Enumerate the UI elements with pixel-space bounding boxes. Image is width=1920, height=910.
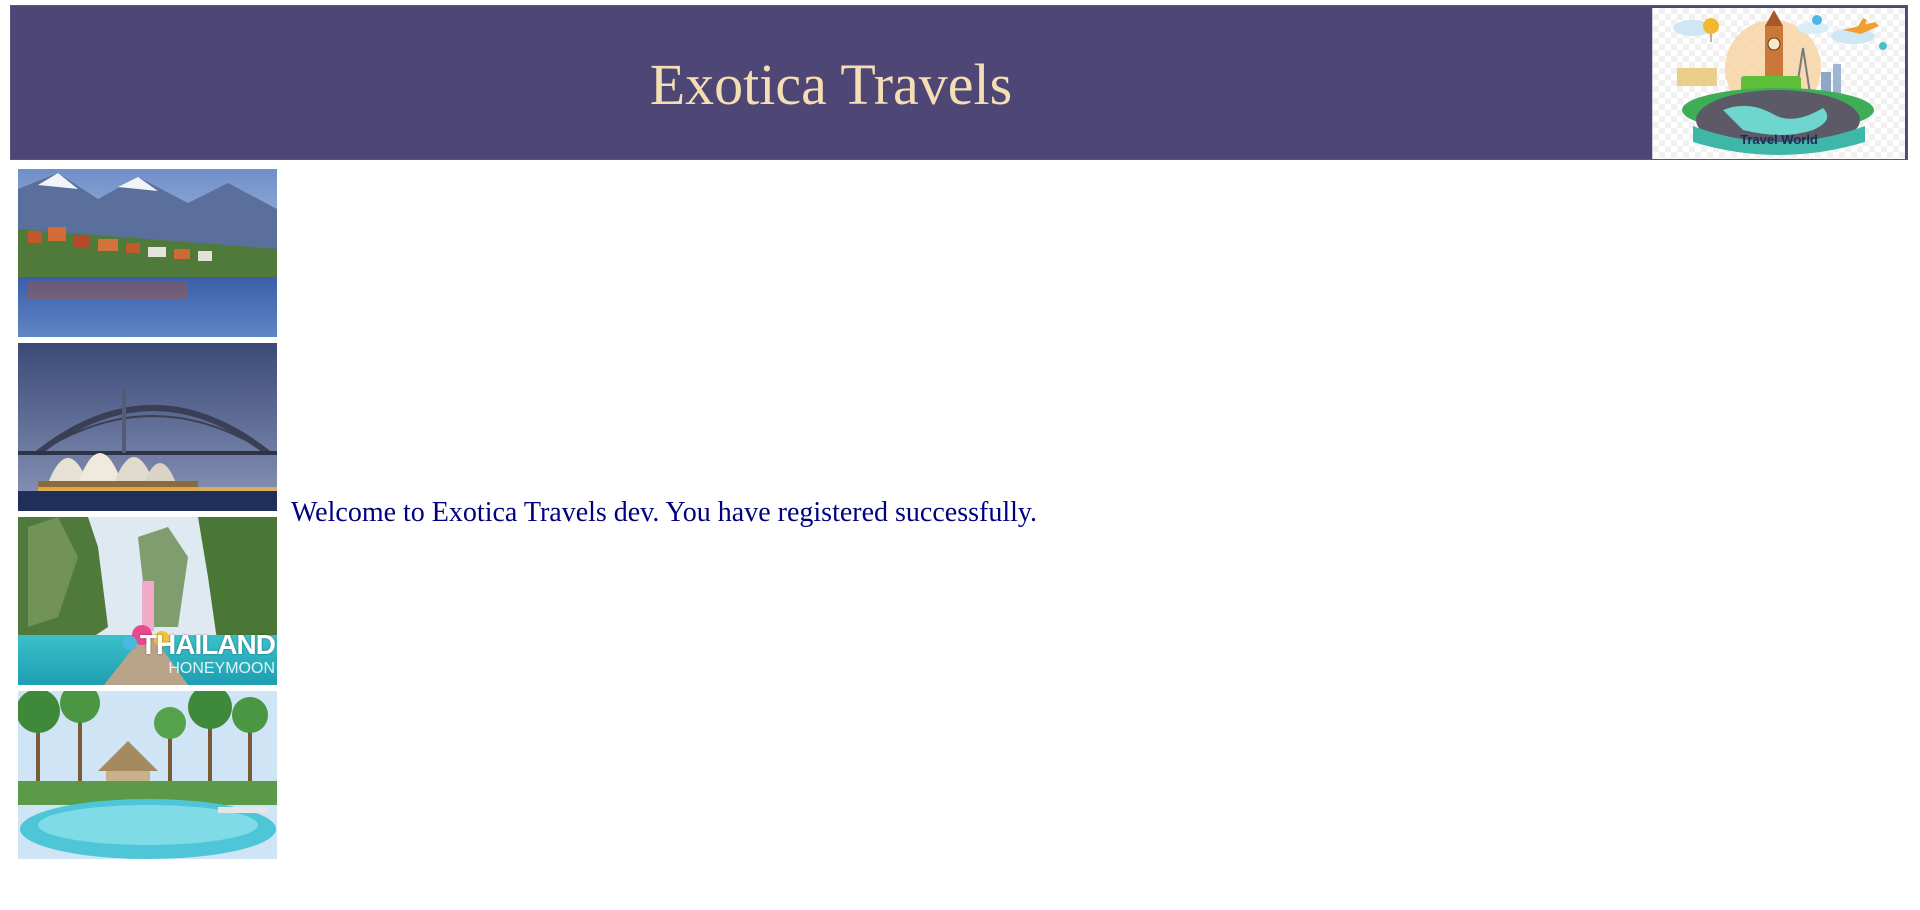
photo-caption-subtitle: HONEYMOON <box>168 660 275 677</box>
sydney-harbour-photo <box>18 343 277 511</box>
destination-photos: THAILAND HONEYMOON <box>18 169 277 865</box>
tropical-resort-pool-photo <box>18 691 277 859</box>
photo-caption-title: THAILAND <box>139 629 276 660</box>
registration-success-message: Welcome to Exotica Travels dev. You have… <box>291 497 1038 528</box>
page: Exotica Travels Travel World THAILAND HO… <box>0 0 1920 910</box>
thailand-honeymoon-photo: THAILAND HONEYMOON <box>18 517 277 685</box>
site-title: Exotica Travels <box>649 52 1013 117</box>
alpine-lake-village-photo <box>18 169 277 337</box>
logo-caption: Travel World <box>1740 132 1818 147</box>
travel-world-logo: Travel World <box>1652 8 1905 159</box>
header-banner: Exotica Travels Travel World <box>10 5 1908 160</box>
